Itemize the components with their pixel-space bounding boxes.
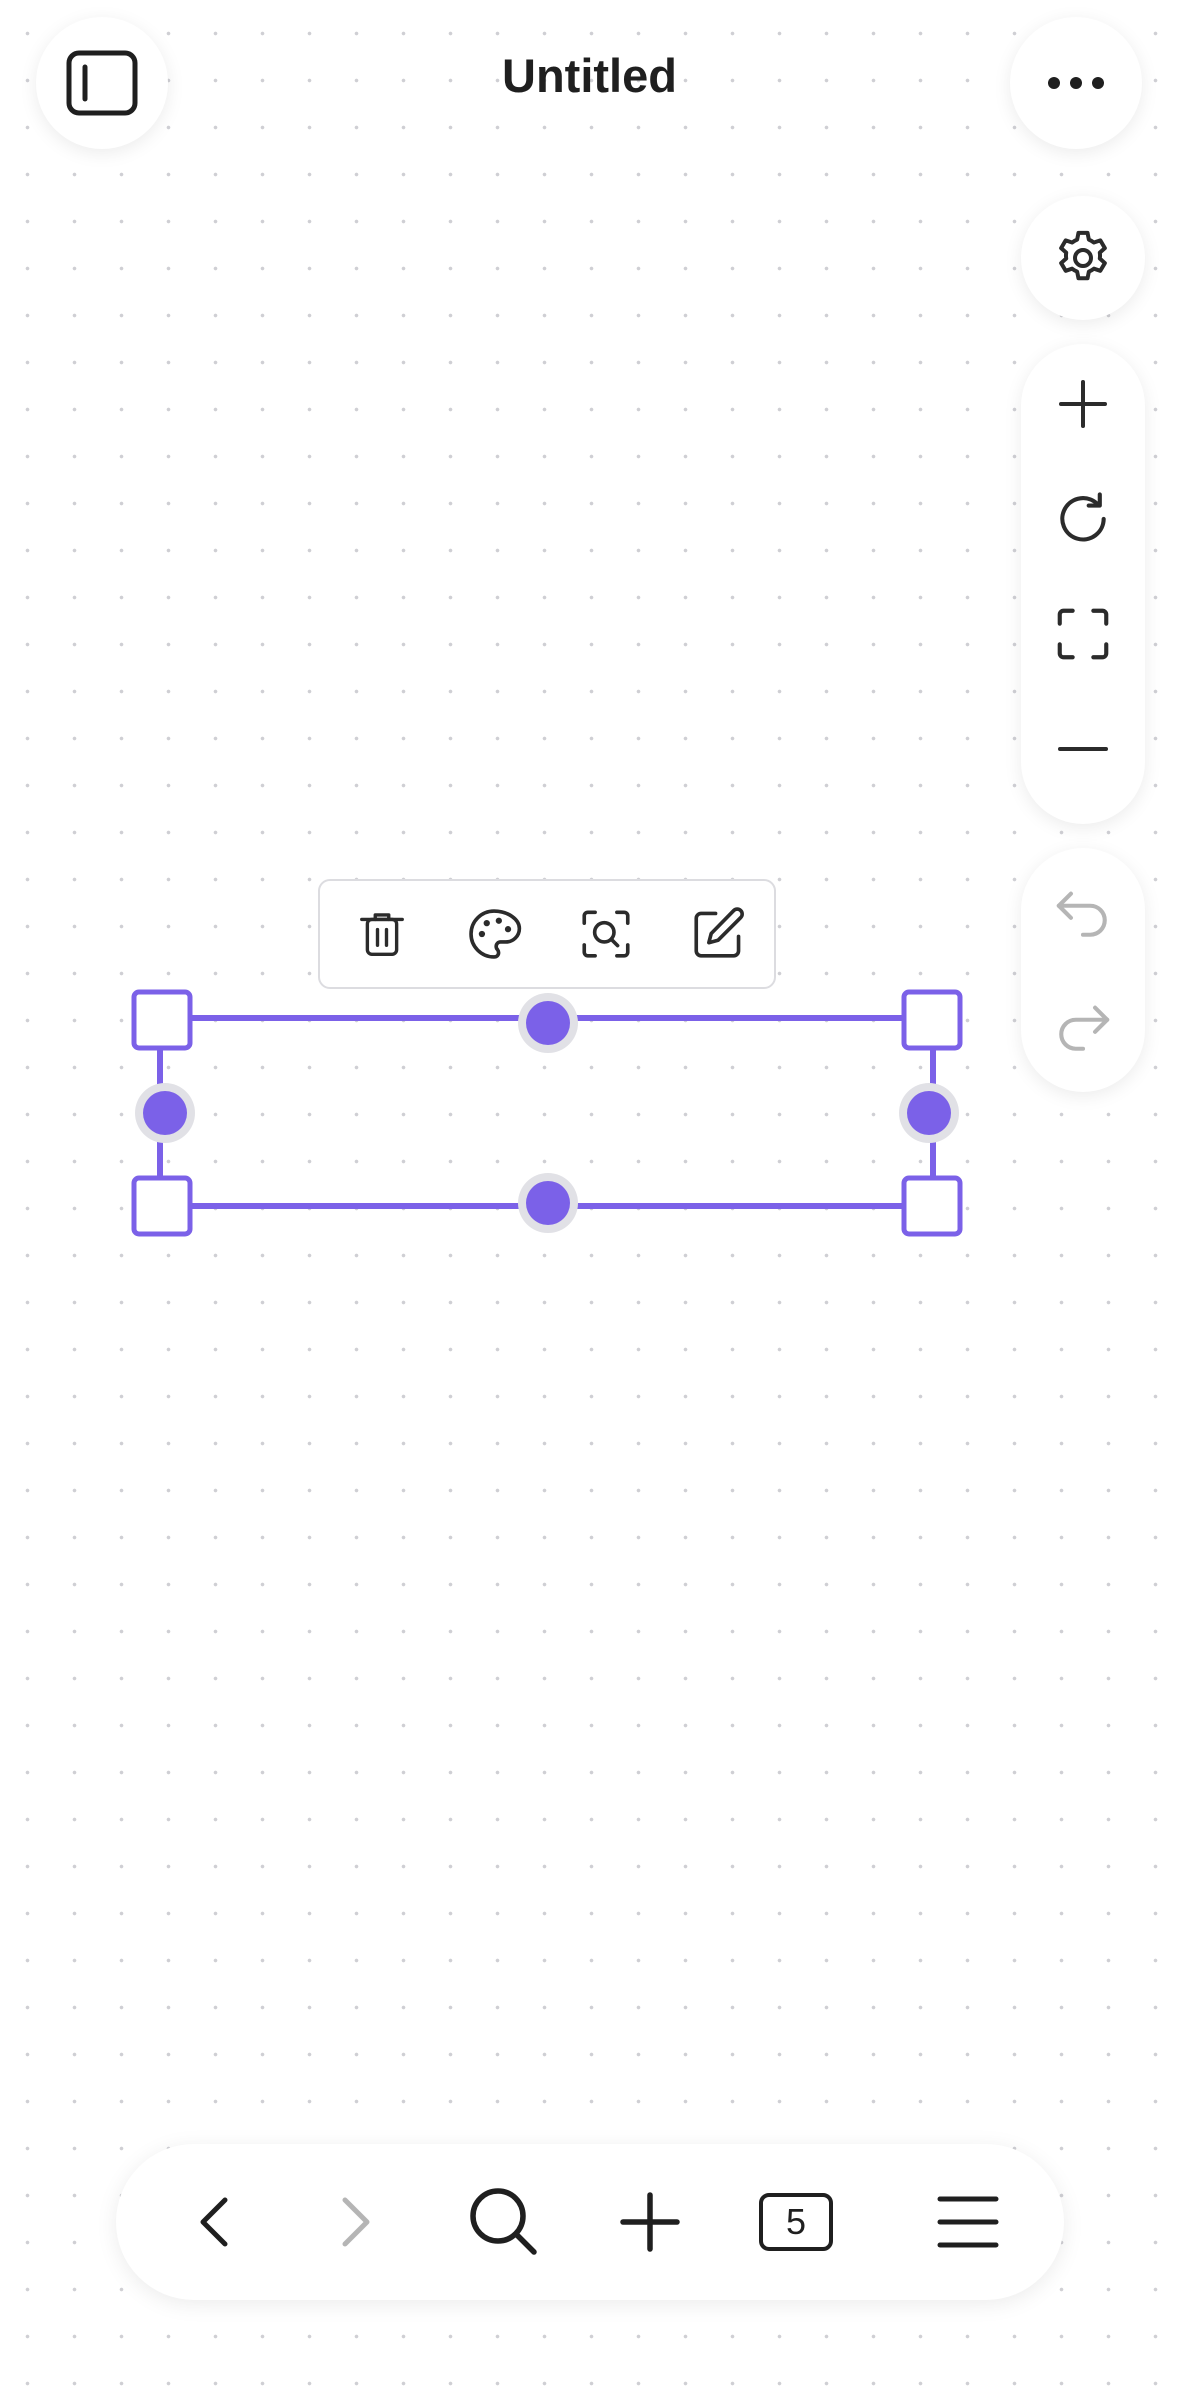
plus-icon (620, 2192, 680, 2252)
zoom-to-selection-icon (582, 910, 630, 958)
add-button[interactable] (590, 2144, 710, 2300)
search-button[interactable] (444, 2144, 564, 2300)
undo-button[interactable] (1021, 858, 1145, 968)
search-icon (470, 2188, 537, 2255)
fit-screen-icon (1057, 608, 1109, 660)
menu-button[interactable] (908, 2144, 1028, 2300)
midpoint-handle-top[interactable] (518, 993, 578, 1053)
page-title[interactable]: Untitled (0, 48, 1179, 103)
gear-icon (1059, 230, 1107, 281)
page-count-badge: 5 (759, 2193, 833, 2251)
edit-button[interactable] (668, 881, 768, 987)
forward-button[interactable] (296, 2144, 416, 2300)
refresh-icon (1060, 492, 1106, 542)
zoom-controls (1021, 344, 1145, 824)
plus-icon (1059, 380, 1107, 428)
reset-zoom-button[interactable] (1021, 464, 1145, 574)
page-count: 5 (785, 2201, 807, 2242)
midpoint-handle-right[interactable] (899, 1083, 959, 1143)
settings-button[interactable] (1021, 196, 1145, 320)
trash-icon (360, 913, 404, 956)
midpoint-handle-left[interactable] (135, 1083, 195, 1143)
undo-icon (1056, 891, 1107, 937)
corner-handle-top-right[interactable] (901, 989, 963, 1051)
redo-button[interactable] (1021, 972, 1145, 1082)
corner-handle-top-left[interactable] (131, 989, 193, 1051)
palette-icon (469, 909, 522, 959)
zoom-in-button[interactable] (1021, 344, 1145, 464)
chevron-left-icon (200, 2197, 228, 2247)
delete-button[interactable] (332, 881, 432, 987)
redo-icon (1059, 1005, 1110, 1051)
chevron-right-icon (342, 2197, 370, 2247)
more-options-button[interactable] (1010, 17, 1142, 149)
corner-handle-bottom-left[interactable] (131, 1175, 193, 1237)
pages-button[interactable]: 5 (736, 2144, 856, 2300)
hamburger-menu-icon (937, 2196, 999, 2248)
minus-icon (1058, 747, 1108, 751)
selection-context-toolbar (318, 879, 776, 989)
back-button[interactable] (154, 2144, 274, 2300)
midpoint-handle-bottom[interactable] (518, 1173, 578, 1233)
fit-to-screen-button[interactable] (1021, 579, 1145, 689)
zoom-to-selection-button[interactable] (556, 881, 656, 987)
bottom-toolbar: 5 (116, 2144, 1064, 2300)
zoom-out-button[interactable] (1021, 694, 1145, 804)
corner-handle-bottom-right[interactable] (901, 1175, 963, 1237)
history-controls (1021, 848, 1145, 1092)
more-horizontal-icon (1048, 77, 1104, 89)
style-button[interactable] (444, 881, 544, 987)
edit-icon (694, 907, 744, 958)
selected-shape (131, 989, 963, 1237)
